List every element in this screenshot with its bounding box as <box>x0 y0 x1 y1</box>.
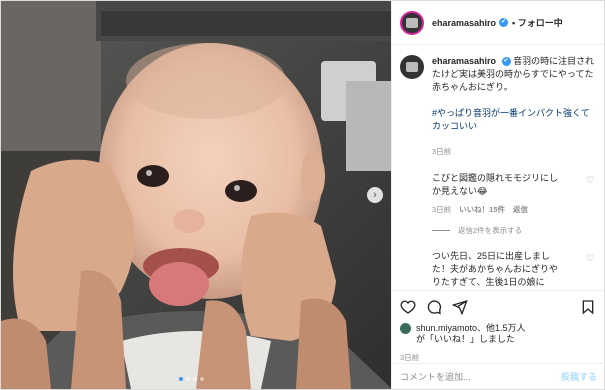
add-comment-bar: コメントを追加... 投稿する <box>392 363 605 389</box>
comment-reply-button[interactable]: 返信 <box>513 204 528 215</box>
post-side-panel: eharamasahiro ✔ • フォロー中 eharamasahiro ✔ … <box>391 1 605 389</box>
view-replies-button[interactable]: 返信2件を表示する <box>400 225 596 236</box>
carousel-dot <box>186 377 190 381</box>
comment-item: こびと図鑑の隠れモモジリにしか見えない😂 ♡ <box>400 172 596 198</box>
instagram-post: › eharamasahiro ✔ • フォロー中 eharamasahiro <box>0 0 605 390</box>
comment-meta: 3日前 いいね！15件 返信 <box>400 204 596 215</box>
comment-input[interactable]: コメントを追加... <box>400 370 561 383</box>
action-icons <box>400 297 596 317</box>
action-bar: shun.miyamoto、他1.5万人 が「いいね！」しました 3日前 <box>392 290 604 363</box>
caption: eharamasahiro ✔ 音羽の時に注目されたけど実は美羽の時からすでにや… <box>400 55 596 158</box>
caption-hashtag[interactable]: #やっぱり音羽が一番インパクト強くてカッコいい <box>432 107 596 133</box>
avatar[interactable] <box>400 55 424 79</box>
caption-time: 3日前 <box>432 147 452 156</box>
carousel-dot <box>200 377 204 381</box>
avatar <box>400 323 411 334</box>
carousel-dot <box>179 377 183 381</box>
comment-like-icon[interactable]: ♡ <box>586 175 596 198</box>
caption-body: eharamasahiro ✔ 音羽の時に注目されたけど実は美羽の時からすでにや… <box>432 55 596 158</box>
comments-section: eharamasahiro ✔ 音羽の時に注目されたけど実は美羽の時からすでにや… <box>392 45 604 290</box>
comment-text: つい先日、25日に出産しました！夫があかちゃんおにぎりやりたすぎて、生後1日の娘… <box>432 251 559 287</box>
caption-username[interactable]: eharamasahiro <box>432 56 496 66</box>
carousel-indicator <box>179 377 204 381</box>
header-username[interactable]: eharamasahiro <box>432 18 496 28</box>
verified-icon: ✔ <box>499 18 509 27</box>
likes-summary[interactable]: shun.miyamoto、他1.5万人 <box>400 323 596 334</box>
comment-icon[interactable] <box>426 299 442 315</box>
verified-icon: ✔ <box>501 57 511 67</box>
post-header: eharamasahiro ✔ • フォロー中 <box>392 1 604 45</box>
comment-likes[interactable]: いいね！15件 <box>459 204 505 215</box>
share-icon[interactable] <box>452 299 468 315</box>
post-date: 3日前 <box>400 353 420 362</box>
follow-status-label: フォロー中 <box>517 18 563 28</box>
follow-status[interactable]: • フォロー中 <box>512 16 563 29</box>
post-photo[interactable]: › <box>1 1 391 389</box>
comment-text: こびと図鑑の隠れモモジリにしか見えない😂 <box>432 173 559 196</box>
divider <box>432 230 450 231</box>
baby-photo <box>1 1 391 389</box>
separator: • <box>512 18 516 28</box>
comment-time: 3日前 <box>432 205 452 214</box>
avatar[interactable] <box>400 10 424 35</box>
comment-item: つい先日、25日に出産しました！夫があかちゃんおにぎりやりたすぎて、生後1日の娘… <box>400 250 596 289</box>
post-comment-button[interactable]: 投稿する <box>561 370 597 383</box>
heart-icon[interactable] <box>400 299 416 315</box>
bookmark-icon[interactable] <box>580 299 596 315</box>
likes-line1: shun.miyamoto、他1.5万人 <box>416 323 526 333</box>
likes-line2: が「いいね！」しました <box>416 334 516 344</box>
comment-like-icon[interactable]: ♡ <box>586 253 596 289</box>
carousel-dot <box>193 377 197 381</box>
next-photo-button[interactable]: › <box>367 187 383 203</box>
chevron-right-icon: › <box>373 188 377 201</box>
view-replies-label: 返信2件を表示する <box>458 226 523 235</box>
